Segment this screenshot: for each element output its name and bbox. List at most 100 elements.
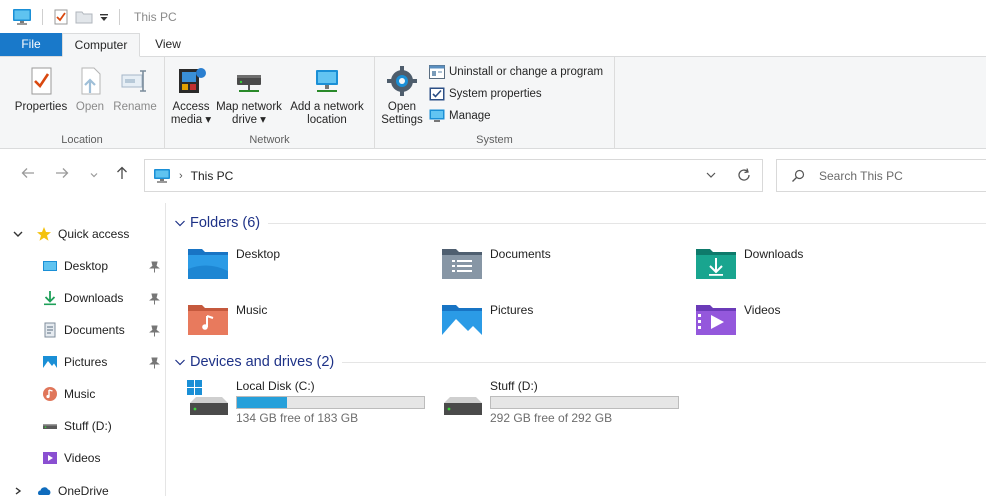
sidebar-item-downloads[interactable]: Downloads	[42, 287, 123, 309]
drive-free-space: 292 GB free of 292 GB	[490, 411, 613, 425]
window-title: This PC	[134, 10, 177, 24]
breadcrumb-this-pc[interactable]: This PC	[191, 169, 234, 183]
documents-folder-icon	[442, 249, 482, 279]
download-icon	[44, 291, 56, 306]
sidebar-item-quick-access[interactable]: Quick access	[12, 223, 129, 245]
pin-icon[interactable]	[149, 357, 160, 369]
music-folder-icon	[188, 305, 228, 335]
recent-locations-button[interactable]	[84, 166, 104, 186]
drive-free-space: 134 GB free of 183 GB	[236, 411, 359, 425]
open-button[interactable]: Open	[70, 65, 110, 114]
uninstall-program-button[interactable]: Uninstall or change a program	[429, 65, 603, 79]
folders-section-header[interactable]: Folders (6)	[174, 215, 986, 231]
sidebar-item-label: OneDrive	[58, 485, 109, 496]
access-media-label-1: Access	[172, 101, 210, 113]
system-group: Open Settings Uninstall or change a prog…	[375, 57, 615, 149]
drive-usage-bar	[490, 396, 679, 409]
drive-icon	[444, 397, 482, 415]
sidebar-item-label: Downloads	[64, 291, 124, 305]
sidebar-item-label: Pictures	[64, 355, 108, 369]
expand-chevron-icon[interactable]	[12, 229, 24, 239]
open-settings-button[interactable]: Open Settings	[379, 65, 425, 127]
drive-usage-fill	[237, 397, 288, 408]
folder-tile-videos[interactable]: Videos	[694, 301, 780, 337]
manage-button[interactable]: Manage	[429, 109, 491, 123]
pin-icon[interactable]	[149, 325, 160, 337]
videos-folder-icon	[696, 305, 736, 335]
forward-arrow-icon	[56, 168, 69, 178]
forward-button[interactable]	[52, 166, 72, 186]
customize-toolbar-dropdown-icon[interactable]	[99, 9, 109, 25]
toolbar-separator	[119, 9, 120, 25]
pin-icon[interactable]	[149, 293, 160, 305]
sidebar-item-music[interactable]: Music	[42, 383, 95, 405]
add-network-location-label-1: Add a network	[290, 101, 364, 113]
onedrive-icon	[38, 487, 51, 495]
folder-tile-downloads[interactable]: Downloads	[694, 245, 803, 281]
folder-tile-desktop[interactable]: Desktop	[186, 245, 280, 281]
map-network-drive-label-2: drive	[232, 114, 257, 126]
network-drive-icon	[237, 75, 261, 92]
folder-name: Pictures	[490, 303, 534, 317]
navigation-bar: › This PC Search This PC	[0, 149, 986, 203]
system-group-label: System	[476, 134, 513, 146]
search-box[interactable]: Search This PC	[776, 159, 986, 192]
drive-info: Local Disk (C:) 134 GB free of 183 GB	[236, 379, 425, 425]
add-network-location-button[interactable]: Add a network location	[287, 65, 367, 127]
folder-tile-pictures[interactable]: Pictures	[440, 301, 533, 337]
map-network-drive-label-1: Map network	[216, 101, 282, 113]
folder-name: Desktop	[236, 247, 281, 261]
folder-name: Documents	[490, 247, 551, 261]
settings-gear-icon	[387, 66, 417, 96]
map-network-drive-button[interactable]: Map network drive ▾	[213, 65, 285, 127]
pictures-icon	[43, 356, 57, 368]
folders-section-title: Folders (6)	[190, 215, 261, 231]
drive-tile-d[interactable]: Stuff (D:) 292 GB free of 292 GB	[440, 379, 679, 425]
breadcrumb-chevron-icon[interactable]: ›	[179, 170, 183, 182]
access-media-icon	[179, 68, 206, 93]
sidebar-item-documents[interactable]: Documents	[42, 319, 125, 341]
open-icon	[81, 67, 101, 95]
properties-button[interactable]: Properties	[10, 65, 72, 114]
drives-section-header[interactable]: Devices and drives (2)	[174, 354, 986, 370]
drive-info: Stuff (D:) 292 GB free of 292 GB	[490, 379, 679, 425]
sidebar-item-pictures[interactable]: Pictures	[42, 351, 107, 373]
back-button[interactable]	[18, 166, 38, 186]
up-button[interactable]	[112, 166, 132, 186]
sidebar-item-desktop[interactable]: Desktop	[42, 255, 108, 277]
network-group: Access media ▾ Map network drive ▾ Add a…	[165, 57, 375, 149]
sidebar-item-stuff-drive[interactable]: Stuff (D:)	[42, 415, 112, 437]
access-media-button[interactable]: Access media ▾	[169, 65, 213, 127]
chevron-down-icon	[90, 173, 98, 178]
sidebar-item-label: Stuff (D:)	[64, 419, 112, 433]
address-history-dropdown-icon[interactable]	[704, 168, 718, 182]
properties-quick-icon[interactable]	[53, 9, 69, 25]
drive-tile-c[interactable]: Local Disk (C:) 134 GB free of 183 GB	[186, 379, 425, 425]
new-folder-quick-icon[interactable]	[75, 9, 93, 25]
sidebar-item-label: Desktop	[64, 259, 109, 273]
sidebar-item-onedrive[interactable]: OneDrive	[12, 485, 109, 496]
tab-file[interactable]: File	[0, 33, 62, 56]
collapse-chevron-icon[interactable]	[12, 486, 24, 496]
programs-icon	[429, 65, 445, 79]
quick-access-label: Quick access	[58, 227, 130, 241]
system-properties-button[interactable]: System properties	[429, 87, 542, 101]
rename-button[interactable]: Rename	[112, 65, 158, 114]
folder-name: Music	[236, 303, 268, 317]
folder-tile-documents[interactable]: Documents	[440, 245, 551, 281]
desktop-icon	[43, 261, 57, 271]
location-group-label: Location	[61, 134, 103, 146]
pin-icon[interactable]	[149, 261, 160, 273]
sidebar-item-videos[interactable]: Videos	[42, 447, 100, 469]
tab-computer[interactable]: Computer	[62, 33, 140, 57]
star-icon	[37, 227, 51, 241]
chevron-down-icon: ▾	[202, 114, 212, 126]
document-icon	[44, 322, 56, 338]
section-divider	[268, 222, 986, 224]
address-bar[interactable]: › This PC	[144, 159, 763, 192]
network-location-icon	[316, 70, 338, 92]
properties-label: Properties	[14, 101, 68, 113]
folder-tile-music[interactable]: Music	[186, 301, 267, 337]
tab-view[interactable]: View	[140, 33, 196, 56]
refresh-icon[interactable]	[736, 167, 752, 183]
